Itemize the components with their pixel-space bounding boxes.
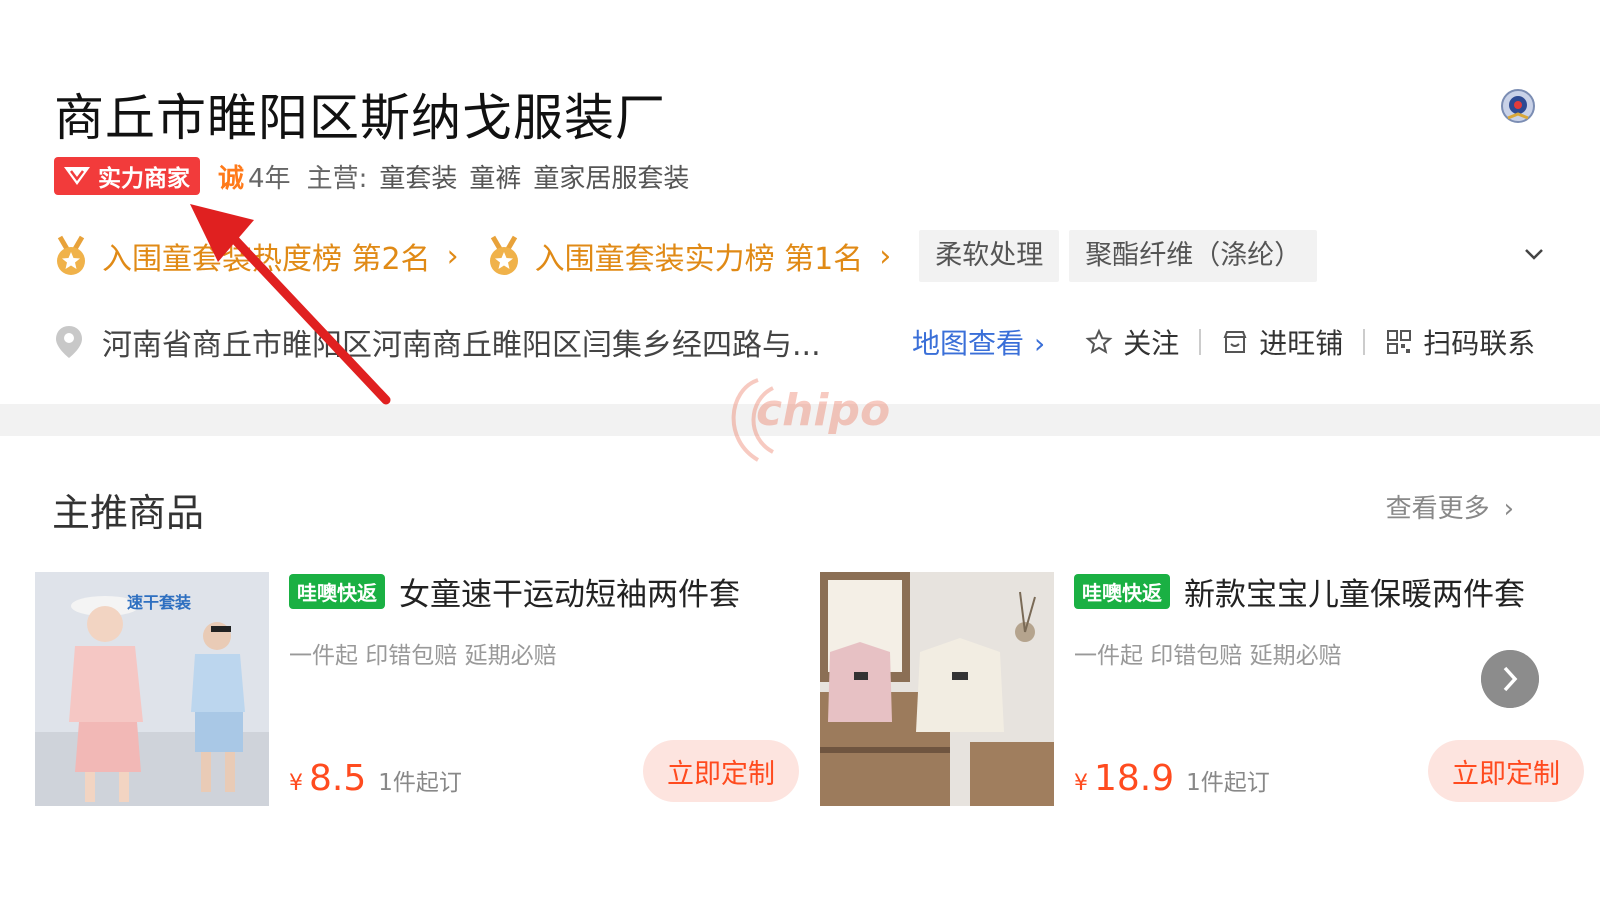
minimum-order: 1件起订	[378, 770, 462, 796]
chipo-watermark: chipo	[731, 378, 890, 462]
quick-rebate-tag: 哇噢快返	[289, 573, 385, 609]
see-more-label: 查看更多	[1385, 494, 1490, 524]
product-image[interactable]: 速干套装	[35, 572, 269, 806]
chevron-right-icon: ›	[446, 238, 459, 274]
main-category: 童套装	[379, 163, 458, 194]
star-icon	[1085, 328, 1113, 354]
product-name[interactable]: 女童速干运动短袖两件套	[399, 569, 740, 614]
scan-contact-button[interactable]: 扫码联系	[1385, 322, 1535, 362]
divider	[1363, 329, 1366, 355]
police-badge-icon[interactable]	[1500, 88, 1536, 124]
ranking-label: 入围童套装实力榜 第1名	[534, 242, 864, 277]
product-name[interactable]: 新款宝宝儿童保暖两件套	[1184, 569, 1525, 614]
currency-symbol: ¥	[1074, 771, 1088, 796]
currency-symbol: ¥	[289, 771, 303, 796]
map-view-label: 地图查看	[912, 327, 1025, 360]
medal-icon	[57, 235, 85, 275]
main-category: 童裤	[469, 163, 522, 194]
cheng-icon: 诚	[218, 163, 245, 194]
ranking-hot[interactable]: 入围童套装热度榜 第2名 ›	[54, 234, 459, 278]
shop-icon	[1223, 331, 1247, 353]
chevron-down-icon[interactable]	[1520, 240, 1548, 268]
customize-now-button[interactable]: 立即定制	[643, 740, 799, 802]
svg-text:速干套装: 速干套装	[127, 593, 191, 612]
main-business-label: 主营:	[306, 163, 368, 194]
scan-contact-label: 扫码联系	[1423, 327, 1536, 360]
address-row: 河南省商丘市睢阳区河南商丘睢阳区闫集乡经四路与... 地图查看 › 关注 进旺铺 …	[54, 318, 1544, 366]
product-service-tags: 一件起 印错包赔 延期必赔	[289, 643, 557, 669]
feature-tag[interactable]: 柔软处理	[919, 230, 1060, 282]
main-category: 童家居服套装	[533, 163, 690, 194]
product-info: 哇噢快返 女童速干运动短袖两件套 一件起 印错包赔 延期必赔 ¥ 8.5 1件起…	[289, 572, 799, 806]
price-row: ¥ 18.9 1件起订	[1074, 758, 1270, 799]
customize-now-button[interactable]: 立即定制	[1428, 740, 1584, 802]
location-pin-icon	[56, 326, 82, 358]
product-image[interactable]	[820, 572, 1054, 806]
strength-merchant-badge[interactable]: 实力商家	[54, 157, 200, 195]
strength-badge-label: 实力商家	[98, 166, 190, 192]
ranking-strength[interactable]: 入围童套装实力榜 第1名 ›	[487, 234, 892, 278]
product-card[interactable]: 速干套装 哇噢快返 女童速干运动短袖两件套 一件起 印错包赔 延期必赔 ¥ 8.…	[35, 572, 799, 806]
medal-icon	[489, 235, 518, 275]
product-price: 18.9	[1094, 758, 1175, 799]
follow-label: 关注	[1123, 327, 1180, 360]
shop-years: 4年	[248, 163, 291, 194]
chevron-right-icon: ›	[1503, 494, 1514, 524]
quick-rebate-tag: 哇噢快返	[1074, 573, 1170, 609]
map-view-link[interactable]: 地图查看 ›	[912, 322, 1045, 362]
svg-text:chipo: chipo	[756, 385, 890, 436]
strength-badge-icon	[64, 167, 90, 185]
ranking-row: 入围童套装热度榜 第2名 › 入围童套装实力榜 第1名 › 柔软处理 聚酯纤维（…	[54, 228, 1554, 284]
featured-title: 主推商品	[52, 491, 205, 535]
product-price: 8.5	[309, 758, 367, 799]
shop-title: 商丘市睢阳区斯纳戈服装厂	[54, 89, 666, 147]
product-photo-kids-sportswear: 速干套装	[35, 572, 269, 806]
price-row: ¥ 8.5 1件起订	[289, 758, 462, 799]
product-photo-fleece-jackets	[820, 572, 1054, 806]
qr-code-icon	[1387, 330, 1412, 354]
follow-button[interactable]: 关注	[1085, 322, 1179, 362]
enter-shop-label: 进旺铺	[1259, 327, 1344, 360]
divider	[1199, 329, 1202, 355]
shop-meta-row: 实力商家 诚 4年 主营: 童套装 童裤 童家居服套装	[54, 156, 689, 196]
ranking-label: 入围童套装热度榜 第2名	[102, 242, 431, 277]
address-text: 河南省商丘市睢阳区河南商丘睢阳区闫集乡经四路与...	[102, 328, 821, 363]
feature-tag[interactable]: 聚酯纤维（涤纶）	[1069, 230, 1318, 282]
chevron-right-icon: ›	[1034, 327, 1046, 360]
see-more-link[interactable]: 查看更多 ›	[1386, 488, 1514, 525]
carousel-next-button[interactable]	[1481, 650, 1539, 708]
minimum-order: 1件起订	[1186, 770, 1270, 796]
chevron-right-icon: ›	[879, 238, 892, 274]
product-card[interactable]: 哇噢快返 新款宝宝儿童保暖两件套 一件起 印错包赔 延期必赔 ¥ 18.9 1件…	[820, 569, 1584, 806]
enter-shop-button[interactable]: 进旺铺	[1221, 322, 1343, 362]
